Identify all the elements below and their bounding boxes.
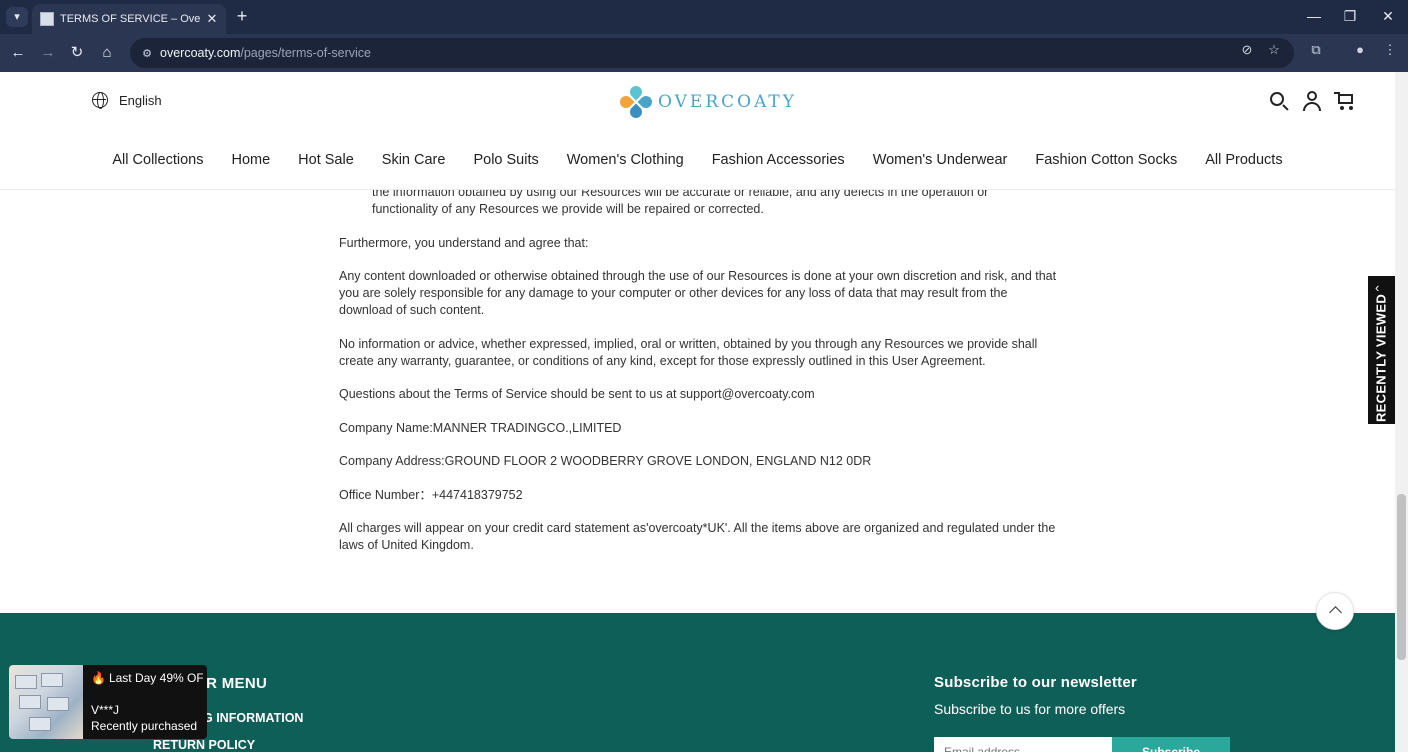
- favicon-icon: [40, 12, 54, 26]
- terms-paragraph: Any content downloaded or otherwise obta…: [339, 269, 1057, 317]
- site-info-icon[interactable]: ⚙: [136, 47, 158, 60]
- back-to-top-button[interactable]: [1316, 592, 1354, 630]
- nav-polo-suits[interactable]: Polo Suits: [459, 152, 552, 168]
- search-icon[interactable]: [1268, 90, 1290, 112]
- office-number: Office Number：+447418379752: [339, 487, 523, 502]
- subscribe-button[interactable]: Subscribe: [1112, 737, 1230, 752]
- site-footer: FOOTER MENU SHIPPING INFORMATION RETURN …: [0, 613, 1395, 752]
- newsletter-email-input[interactable]: [934, 737, 1112, 752]
- popup-status: Recently purchased: [91, 719, 198, 733]
- popup-buyer: V***J: [91, 703, 120, 717]
- extensions-icon[interactable]: ⧉: [1307, 41, 1325, 59]
- nav-all-products[interactable]: All Products: [1191, 152, 1296, 168]
- eye-off-icon[interactable]: ⊘: [1238, 41, 1256, 59]
- newsletter-subtitle: Subscribe to us for more offers: [934, 701, 1126, 717]
- recent-purchase-popup[interactable]: 🔥 Last Day 49% OFF V***J Recently purchas…: [9, 665, 207, 739]
- logo-mark-icon: [617, 83, 655, 121]
- terms-paragraph: Questions about the Terms of Service sho…: [339, 387, 815, 401]
- site-logo[interactable]: OVERCOATY: [617, 83, 797, 121]
- minimize-button[interactable]: —: [1302, 6, 1326, 26]
- profile-icon[interactable]: ●: [1351, 41, 1369, 59]
- url-host: overcoaty.com: [160, 46, 241, 60]
- nav-fashion-accessories[interactable]: Fashion Accessories: [698, 152, 859, 168]
- terms-paragraph: No information or advice, whether expres…: [339, 336, 1038, 368]
- tab-list-button[interactable]: ▾: [6, 7, 28, 27]
- nav-womens-clothing[interactable]: Women's Clothing: [553, 152, 698, 168]
- chevron-down-icon: ▾: [14, 11, 20, 23]
- nav-womens-underwear[interactable]: Women's Underwear: [859, 152, 1022, 168]
- recently-viewed-label: RECENTLY VIEWED: [1373, 293, 1389, 423]
- terms-paragraph: All charges will appear on your credit c…: [339, 521, 1056, 552]
- nav-home[interactable]: Home: [217, 152, 284, 168]
- company-address: Company Address:GROUND FLOOR 2 WOODBERRY…: [339, 454, 872, 468]
- home-button[interactable]: ⌂: [96, 42, 118, 64]
- nav-skin-care[interactable]: Skin Care: [368, 152, 460, 168]
- terms-paragraph: Furthermore, you understand and agree th…: [339, 235, 589, 250]
- page-scrollbar[interactable]: [1395, 72, 1408, 752]
- account-icon[interactable]: [1301, 90, 1323, 112]
- site-header: English OVERCOATY All Collections Home H…: [0, 72, 1395, 190]
- reload-button[interactable]: ↻: [66, 42, 88, 64]
- tab-close-icon[interactable]: ✕: [204, 11, 220, 27]
- main-navigation: All Collections Home Hot Sale Skin Care …: [0, 152, 1395, 168]
- globe-icon: [92, 92, 108, 109]
- nav-fashion-cotton-socks[interactable]: Fashion Cotton Socks: [1021, 152, 1191, 168]
- browser-tab[interactable]: TERMS OF SERVICE – Overcoaty ✕: [32, 4, 226, 34]
- tab-title: TERMS OF SERVICE – Overcoaty: [60, 13, 200, 25]
- new-tab-button[interactable]: +: [232, 6, 252, 26]
- more-menu-icon[interactable]: ⋮: [1381, 41, 1399, 59]
- fire-icon: 🔥: [91, 671, 106, 685]
- restore-button[interactable]: ❐: [1338, 6, 1362, 26]
- language-label: English: [119, 92, 162, 108]
- popup-title-text: Last Day 49% OFF: [108, 671, 203, 685]
- language-selector[interactable]: English: [92, 92, 162, 109]
- recently-viewed-tab[interactable]: ‹ RECENTLY VIEWED: [1368, 276, 1395, 424]
- cart-icon[interactable]: [1334, 90, 1356, 112]
- logo-wordmark: OVERCOATY: [658, 92, 797, 112]
- address-bar[interactable]: ⚙ overcoaty.com/pages/terms-of-service: [130, 38, 1294, 68]
- browser-tab-bar: ▾ TERMS OF SERVICE – Overcoaty ✕ + — ❐ ✕: [0, 0, 1408, 34]
- browser-toolbar: ← → ↻ ⌂ ⚙ overcoaty.com/pages/terms-of-s…: [0, 34, 1408, 72]
- url-text: overcoaty.com/pages/terms-of-service: [160, 46, 371, 60]
- product-thumbnail: [9, 665, 83, 739]
- company-name: Company Name:MANNER TRADINGCO.,LIMITED: [339, 420, 622, 435]
- footer-link-return[interactable]: RETURN POLICY: [153, 738, 255, 752]
- chevron-left-icon: ‹: [1375, 280, 1380, 295]
- nav-all-collections[interactable]: All Collections: [98, 152, 217, 168]
- back-button[interactable]: ←: [7, 42, 29, 64]
- newsletter-title: Subscribe to our newsletter: [934, 674, 1137, 691]
- forward-button[interactable]: →: [37, 42, 59, 64]
- nav-hot-sale[interactable]: Hot Sale: [284, 152, 368, 168]
- url-path: /pages/terms-of-service: [240, 46, 371, 60]
- star-icon[interactable]: ☆: [1265, 41, 1283, 59]
- scrollbar-thumb[interactable]: [1397, 494, 1406, 660]
- close-window-button[interactable]: ✕: [1376, 6, 1400, 26]
- popup-title: 🔥 Last Day 49% OFF: [91, 671, 203, 685]
- terms-content: the information obtained by using our Re…: [339, 184, 1057, 571]
